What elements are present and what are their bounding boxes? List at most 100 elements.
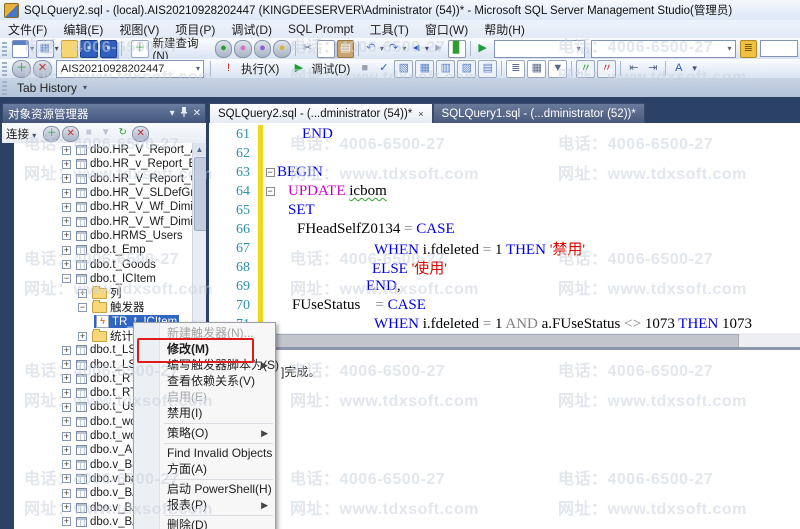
expand-icon[interactable]: + (62, 432, 71, 441)
save-icon[interactable]: ▪ (80, 40, 98, 58)
tree-item[interactable]: +dbo.HRMS_Users (14, 229, 193, 243)
expand-icon[interactable]: + (62, 389, 71, 398)
context-menu-item[interactable]: Find Invalid Objects (134, 445, 275, 461)
close-icon[interactable]: ✕ (193, 109, 201, 119)
toolbar-combo-2[interactable]: ▾ (591, 40, 736, 58)
expand-icon[interactable]: + (62, 189, 71, 198)
expand-icon[interactable]: + (62, 374, 71, 383)
expand-icon[interactable]: + (62, 446, 71, 455)
expand-icon[interactable]: + (62, 503, 71, 512)
expand-icon[interactable]: + (62, 217, 71, 226)
expand-icon[interactable]: + (62, 517, 71, 526)
collapse-outline-icon[interactable]: − (266, 187, 275, 196)
window-layout-dropdown-icon[interactable]: ▦ (36, 40, 54, 58)
new-connection-dropdown-icon[interactable] (12, 40, 30, 58)
pin-icon[interactable] (180, 107, 188, 120)
chevron-down-icon[interactable]: ▾ (55, 44, 59, 53)
expand-icon[interactable]: + (62, 160, 71, 169)
editor-horizontal-scrollbar[interactable] (209, 333, 800, 347)
cut-icon[interactable]: ✂ (300, 41, 316, 57)
database-engine-query-icon[interactable]: ● (215, 40, 233, 58)
window-position-icon[interactable]: ▾ (170, 109, 175, 119)
toolbar-grip[interactable] (2, 42, 7, 56)
new-query-button[interactable]: ＋新建查询(N) (125, 40, 214, 57)
navigate-forward-icon[interactable]: ► (431, 41, 447, 57)
estimated-plan-icon[interactable]: ▧ (394, 60, 413, 78)
context-menu-item[interactable]: 删除(D) (134, 517, 275, 529)
expand-icon[interactable]: + (62, 489, 71, 498)
open-file-icon[interactable] (61, 40, 79, 58)
expand-icon[interactable]: + (62, 203, 71, 212)
menu-item[interactable]: 窗口(W) (417, 20, 476, 38)
xmla-query-icon[interactable]: ● (273, 40, 291, 58)
chevron-down-icon[interactable]: ▾ (30, 44, 34, 53)
results-grid-icon[interactable]: ▦ (527, 60, 546, 78)
decrease-indent-icon[interactable]: ⇤ (625, 61, 642, 77)
uncomment-icon[interactable]: 〃 (597, 60, 616, 78)
tree-item[interactable]: +dbo.t_Goods (14, 257, 193, 271)
expand-icon[interactable]: + (62, 360, 71, 369)
context-menu-item[interactable]: 查看依赖关系(V) (134, 373, 275, 389)
change-connection-icon[interactable]: ✕ (33, 60, 52, 78)
mdx-query-icon[interactable]: ● (234, 40, 252, 58)
document-tab-active[interactable]: SQLQuery2.sql - (...dministrator (54))*× (209, 103, 433, 123)
execute-button[interactable]: !执行(X) (214, 60, 284, 77)
tree-item[interactable]: +列 (14, 286, 193, 300)
tree-item[interactable]: −dbo.t_ICItem (14, 272, 193, 286)
expand-icon[interactable]: + (62, 174, 71, 183)
expand-icon[interactable]: + (62, 474, 71, 483)
stop-square-icon[interactable]: ■ (81, 126, 96, 140)
code-editor[interactable]: 61END6263−BEGIN64−UPDATE icbom65SET66FHe… (209, 123, 800, 335)
context-menu-item[interactable]: 报表(P)▶ (134, 497, 275, 513)
chevron-down-icon[interactable]: ▾ (83, 83, 87, 92)
collapse-icon[interactable]: − (78, 303, 87, 312)
expand-icon[interactable]: + (62, 460, 71, 469)
comment-icon[interactable]: 〃 (576, 60, 595, 78)
tree-item[interactable]: +dbo.HR_v_Report_Em (14, 157, 193, 171)
tree-item[interactable]: −触发器 (14, 300, 193, 314)
expand-icon[interactable]: + (62, 417, 71, 426)
connect-db-icon[interactable]: ＋ (43, 126, 60, 142)
tree-item[interactable]: +dbo.t_Emp (14, 243, 193, 257)
menu-item[interactable]: 帮助(H) (476, 20, 533, 38)
expand-icon[interactable]: + (62, 346, 71, 355)
copy-icon[interactable] (317, 40, 335, 58)
expand-icon[interactable]: + (62, 246, 71, 255)
filter-icon[interactable]: ▼ (98, 126, 113, 140)
parse-check-icon[interactable]: ✓ (375, 61, 392, 77)
stop-icon[interactable]: ■ (356, 61, 373, 77)
activity-monitor-icon[interactable]: ▊ (448, 40, 466, 58)
refresh-icon[interactable]: ↻ (115, 126, 130, 140)
paste-icon[interactable]: ▤ (337, 40, 355, 58)
menu-item[interactable]: SQL Prompt (280, 20, 362, 38)
tree-item[interactable]: +dbo.HR_V_Report_Ac (14, 143, 193, 157)
save-all-icon[interactable]: ▪ (100, 40, 118, 58)
context-menu-item[interactable]: 方面(A) (134, 461, 275, 477)
navigate-back-dropdown-icon[interactable]: ◄ (408, 41, 424, 57)
disconnect-db-icon[interactable]: ✕ (62, 126, 79, 142)
document-tab[interactable]: SQLQuery1.sql - (...dministrator (52))* (433, 103, 645, 123)
expand-icon[interactable]: + (78, 289, 87, 298)
dmx-query-icon[interactable]: ● (254, 40, 272, 58)
chevron-down-icon[interactable]: ▾ (425, 44, 429, 53)
results-file-icon[interactable]: ▼ (548, 60, 567, 78)
sqlprompt-format-icon[interactable]: A (670, 61, 687, 77)
menu-item[interactable]: 文件(F) (0, 20, 55, 38)
sqlprompt-notes-icon[interactable]: ≣ (740, 40, 758, 58)
menu-item[interactable]: 编辑(E) (55, 20, 111, 38)
tree-item[interactable]: +dbo.HR_V_Wf_Dimiss (14, 200, 193, 214)
redo-dropdown-icon[interactable]: ↷ (386, 41, 402, 57)
context-menu-item[interactable]: 禁用(I) (134, 405, 275, 421)
connect-query-icon[interactable]: ＋ (12, 60, 31, 78)
tree-item[interactable]: +dbo.HR_V_Report_Ob (14, 172, 193, 186)
scrollbar-thumb[interactable] (257, 334, 739, 348)
toolbar-grip[interactable] (2, 62, 7, 76)
query-designer-icon[interactable]: ▦ (415, 60, 434, 78)
context-menu-item[interactable]: 启动 PowerShell(H) (134, 481, 275, 497)
tree-item[interactable]: +dbo.HR_V_Wf_Dimiss (14, 214, 193, 228)
expand-icon[interactable]: + (62, 231, 71, 240)
expand-icon[interactable]: + (78, 332, 87, 341)
connect-button[interactable]: 连接 ▾ (6, 126, 37, 142)
collapse-icon[interactable]: − (62, 274, 71, 283)
scrollbar-thumb[interactable] (194, 157, 206, 231)
